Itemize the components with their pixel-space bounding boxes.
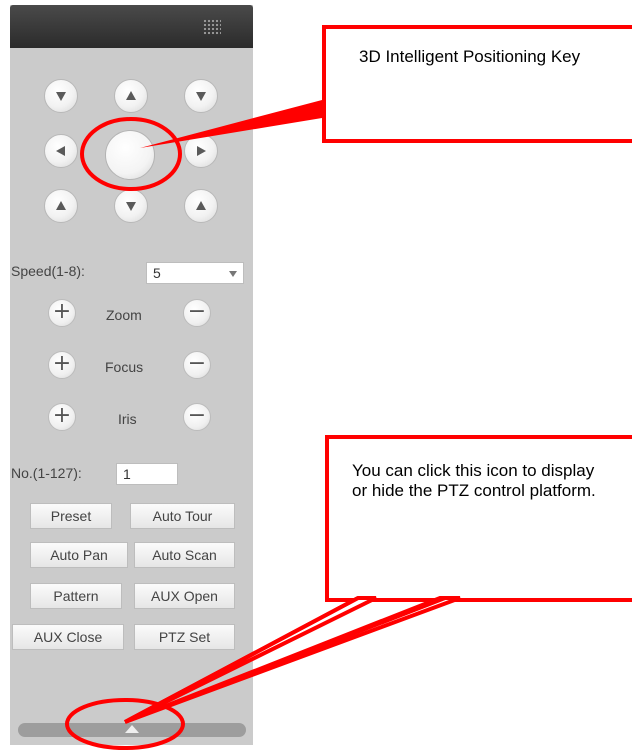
pan-down-right-button[interactable] [184, 189, 218, 223]
speed-value: 5 [153, 265, 161, 281]
pan-up-right-button[interactable] [184, 79, 218, 113]
aux-open-button[interactable]: AUX Open [134, 583, 235, 609]
callout-positioning-key: 3D Intelligent Positioning Key [322, 25, 632, 143]
chevron-up-icon [125, 725, 139, 733]
iris-label: Iris [118, 411, 137, 427]
auto-tour-button[interactable]: Auto Tour [130, 503, 235, 529]
pan-down-button[interactable] [114, 189, 148, 223]
callout-toggle-platform-text: You can click this icon to display or hi… [352, 461, 596, 500]
speed-select[interactable]: 5 [146, 262, 244, 284]
zoom-in-button[interactable]: + [48, 299, 76, 327]
ptz-control-panel: Speed(1-8): 5 + Zoom − + Focus − + Iris … [10, 5, 253, 745]
chevron-down-icon [229, 271, 237, 277]
focus-far-button[interactable]: − [183, 351, 211, 379]
pan-up-left-button[interactable] [44, 79, 78, 113]
pattern-button[interactable]: Pattern [30, 583, 122, 609]
drag-grip-icon[interactable] [203, 19, 221, 35]
auto-scan-button[interactable]: Auto Scan [134, 542, 235, 568]
ptz-set-button[interactable]: PTZ Set [134, 624, 235, 650]
pan-up-button[interactable] [114, 79, 148, 113]
callout-toggle-platform: You can click this icon to display or hi… [325, 435, 632, 602]
preset-button[interactable]: Preset [30, 503, 112, 529]
number-label: No.(1-127): [11, 465, 82, 481]
preset-number-input[interactable]: 1 [116, 463, 178, 485]
pan-right-button[interactable] [184, 134, 218, 168]
iris-close-button[interactable]: − [183, 403, 211, 431]
pan-down-left-button[interactable] [44, 189, 78, 223]
3d-positioning-key-button[interactable] [105, 130, 155, 180]
zoom-out-button[interactable]: − [183, 299, 211, 327]
zoom-label: Zoom [106, 307, 142, 323]
focus-near-button[interactable]: + [48, 351, 76, 379]
speed-label: Speed(1-8): [11, 263, 85, 279]
iris-open-button[interactable]: + [48, 403, 76, 431]
focus-label: Focus [105, 359, 144, 375]
callout-positioning-key-text: 3D Intelligent Positioning Key [359, 47, 581, 66]
aux-close-button[interactable]: AUX Close [12, 624, 124, 650]
toggle-ptz-panel-button[interactable] [18, 723, 246, 737]
panel-header [10, 5, 253, 48]
pan-left-button[interactable] [44, 134, 78, 168]
auto-pan-button[interactable]: Auto Pan [30, 542, 128, 568]
